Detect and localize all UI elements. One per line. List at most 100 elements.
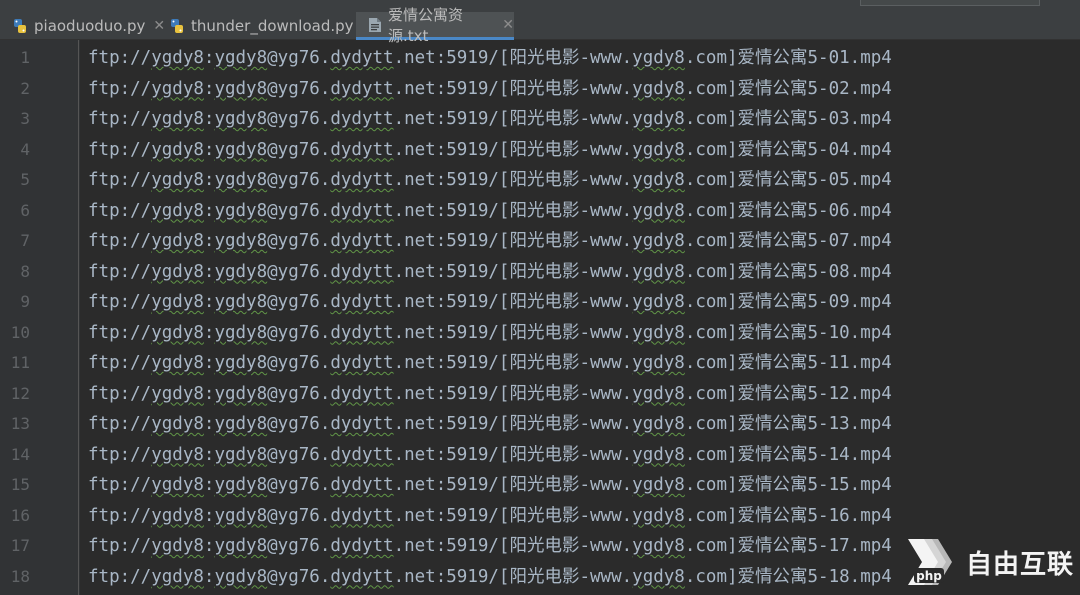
spellcheck-word: ygdy8: [214, 200, 268, 221]
code-line[interactable]: ftp://ygdy8:ygdy8@yg76.dydytt.net:5919/[…: [88, 409, 892, 439]
code-text: ftp://: [88, 444, 152, 465]
code-text: :: [203, 444, 215, 465]
watermark: php 自由互联: [902, 532, 1077, 592]
spellcheck-word: ygdy8: [214, 383, 268, 404]
tab-thunder-download[interactable]: thunder_download.py ✕: [157, 12, 373, 40]
spellcheck-word: ygdy8: [214, 292, 268, 312]
line-number: 11: [10, 353, 30, 372]
spellcheck-word: ygdy8: [632, 170, 685, 190]
code-text: .net:5919/[阳光电影-www.: [393, 444, 633, 465]
code-text: :: [203, 139, 215, 160]
code-line[interactable]: ftp://ygdy8:ygdy8@yg76.dydytt.net:5919/[…: [88, 196, 892, 226]
spellcheck-word: ygdy8: [151, 292, 204, 312]
code-text: :: [203, 200, 215, 221]
line-number: 9: [20, 292, 30, 311]
code-text: .net:5919/[阳光电影-www.: [393, 383, 633, 404]
code-text: ftp://: [88, 475, 152, 495]
code-line[interactable]: ftp://ygdy8:ygdy8@yg76.dydytt.net:5919/[…: [88, 287, 892, 317]
spellcheck-word: ygdy8: [151, 109, 204, 129]
spellcheck-word: ygdy8: [151, 170, 204, 190]
line-number: 15: [10, 475, 30, 494]
code-text: ftp://: [88, 78, 152, 99]
watermark-text: 自由互联: [966, 549, 1075, 580]
code-line[interactable]: ftp://ygdy8:ygdy8@yg76.dydytt.net:5919/[…: [88, 501, 892, 531]
code-text: :: [203, 48, 215, 68]
tab-aiqing-resources[interactable]: 爱情公寓资源.txt ✕: [356, 6, 514, 45]
spellcheck-word: ygdy8: [151, 261, 204, 282]
code-line[interactable]: ftp://ygdy8:ygdy8@yg76.dydytt.net:5919/[…: [88, 440, 892, 470]
code-line[interactable]: ftp://ygdy8:ygdy8@yg76.dydytt.net:5919/[…: [88, 531, 892, 561]
tab-piaoduoduo[interactable]: piaoduoduo.py ✕: [0, 12, 165, 40]
spellcheck-word: dydytt: [330, 536, 394, 556]
code-line[interactable]: ftp://ygdy8:ygdy8@yg76.dydytt.net:5919/[…: [88, 348, 892, 378]
spellcheck-word: ygdy8: [214, 48, 268, 68]
spellcheck-word: ygdy8: [151, 322, 204, 343]
code-line[interactable]: ftp://ygdy8:ygdy8@yg76.dydytt.net:5919/[…: [88, 318, 892, 348]
python-file-icon: [169, 18, 185, 34]
code-line[interactable]: ftp://ygdy8:ygdy8@yg76.dydytt.net:5919/[…: [88, 562, 892, 592]
spellcheck-word: ygdy8: [151, 200, 204, 221]
code-text: ftp://: [88, 505, 152, 526]
code-text: @yg76.: [267, 231, 331, 251]
spellcheck-word: ygdy8: [632, 414, 685, 434]
spellcheck-word: dydytt: [330, 78, 394, 99]
code-line[interactable]: ftp://ygdy8:ygdy8@yg76.dydytt.net:5919/[…: [88, 379, 892, 409]
spellcheck-word: ygdy8: [632, 200, 685, 221]
code-text: :: [203, 109, 215, 129]
close-icon[interactable]: ✕: [502, 17, 514, 33]
code-text: ftp://: [88, 139, 152, 160]
code-text: .net:5919/[阳光电影-www.: [393, 78, 633, 99]
code-text: @yg76.: [267, 475, 331, 495]
code-line[interactable]: ftp://ygdy8:ygdy8@yg76.dydytt.net:5919/[…: [88, 104, 892, 134]
code-text: .net:5919/[阳光电影-www.: [393, 200, 633, 221]
code-text: :: [203, 231, 215, 251]
code-text: .net:5919/[阳光电影-www.: [393, 353, 633, 373]
spellcheck-word: ygdy8: [214, 322, 268, 343]
editor-window: piaoduoduo.py ✕ thunder_download.py ✕: [0, 0, 1080, 595]
code-text: ftp://: [88, 383, 152, 404]
code-line[interactable]: ftp://ygdy8:ygdy8@yg76.dydytt.net:5919/[…: [88, 226, 892, 256]
spellcheck-word: ygdy8: [214, 566, 268, 587]
code-line[interactable]: ftp://ygdy8:ygdy8@yg76.dydytt.net:5919/[…: [88, 74, 892, 104]
spellcheck-word: ygdy8: [214, 139, 268, 160]
code-text: .net:5919/[阳光电影-www.: [393, 505, 633, 526]
spellcheck-word: ygdy8: [632, 292, 685, 312]
tab-label: piaoduoduo.py: [34, 17, 146, 35]
code-text: .com]爱情公寓5-14.mp4: [684, 444, 892, 465]
code-text: .net:5919/[阳光电影-www.: [393, 109, 633, 129]
code-line[interactable]: ftp://ygdy8:ygdy8@yg76.dydytt.net:5919/[…: [88, 470, 892, 500]
code-line[interactable]: ftp://ygdy8:ygdy8@yg76.dydytt.net:5919/[…: [88, 257, 892, 287]
code-text: .com]爱情公寓5-10.mp4: [684, 322, 892, 343]
php-logo-icon: php: [908, 539, 952, 585]
line-number: 2: [20, 78, 30, 98]
code-text: ftp://: [88, 261, 152, 282]
code-text: @yg76.: [267, 414, 331, 434]
code-line[interactable]: ftp://ygdy8:ygdy8@yg76.dydytt.net:5919/[…: [88, 165, 892, 195]
code-text: .com]爱情公寓5-11.mp4: [684, 353, 892, 373]
code-text: .net:5919/[阳光电影-www.: [393, 170, 633, 190]
code-text: ftp://: [88, 566, 152, 587]
spellcheck-word: ygdy8: [214, 78, 268, 99]
code-text: ftp://: [88, 200, 152, 221]
spellcheck-word: ygdy8: [214, 109, 268, 129]
spellcheck-word: ygdy8: [632, 566, 685, 587]
code-text: ftp://: [88, 292, 152, 312]
tab-label: 爱情公寓资源.txt: [388, 5, 464, 45]
code-text: ftp://: [88, 322, 152, 343]
spellcheck-word: ygdy8: [214, 444, 268, 465]
code-text: :: [203, 475, 215, 495]
code-text: @yg76.: [267, 536, 331, 556]
code-text: .net:5919/[阳光电影-www.: [393, 414, 633, 434]
code-text: :: [203, 566, 215, 587]
code-line[interactable]: ftp://ygdy8:ygdy8@yg76.dydytt.net:5919/[…: [88, 43, 892, 73]
code-text: @yg76.: [267, 505, 331, 526]
spellcheck-word: dydytt: [330, 231, 394, 251]
spellcheck-word: ygdy8: [151, 48, 204, 68]
code-line[interactable]: ftp://ygdy8:ygdy8@yg76.dydytt.net:5919/[…: [88, 135, 892, 165]
code-text: .com]爱情公寓5-17.mp4: [684, 536, 892, 556]
line-number: 17: [10, 536, 30, 555]
line-number: 6: [20, 200, 30, 220]
code-text: .net:5919/[阳光电影-www.: [393, 48, 633, 68]
code-text: ftp://: [88, 48, 152, 68]
spellcheck-word: ygdy8: [632, 139, 685, 160]
